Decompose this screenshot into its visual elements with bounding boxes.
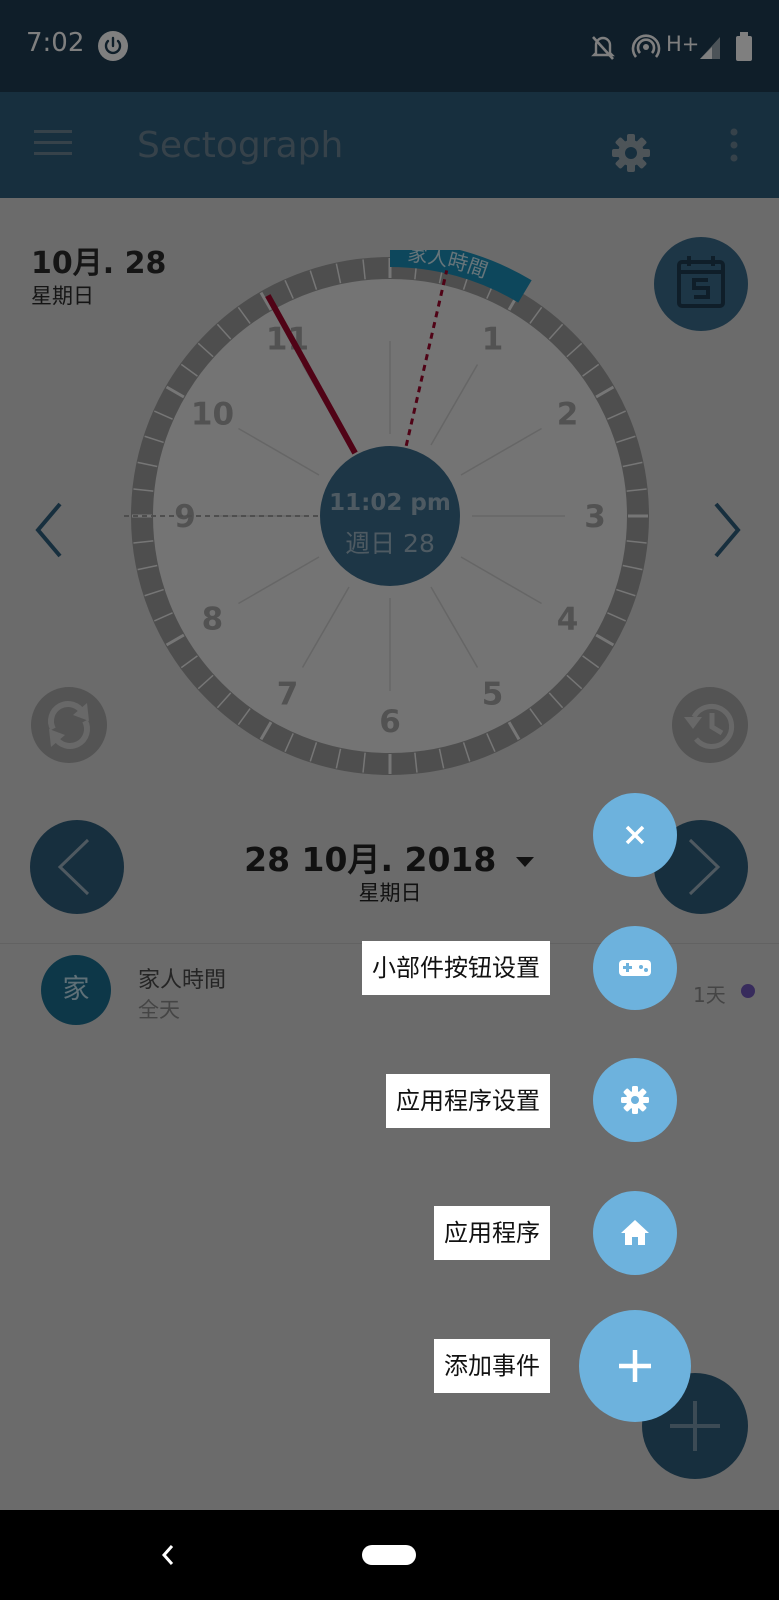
back-icon[interactable] bbox=[160, 1543, 176, 1567]
home-icon bbox=[621, 1220, 649, 1245]
app-home-button[interactable] bbox=[593, 1191, 677, 1275]
add-event-label[interactable]: 添加事件 bbox=[434, 1339, 550, 1393]
add-event-button[interactable] bbox=[579, 1310, 691, 1422]
speed-dial-scrim[interactable] bbox=[0, 0, 779, 1510]
app-settings-button[interactable] bbox=[593, 1058, 677, 1142]
widget-settings-button[interactable] bbox=[593, 926, 677, 1010]
app-settings-label[interactable]: 应用程序设置 bbox=[386, 1074, 550, 1128]
app-label[interactable]: 应用程序 bbox=[434, 1206, 550, 1260]
gamepad-icon bbox=[619, 960, 651, 976]
plus-icon bbox=[619, 1350, 651, 1382]
close-speed-dial-button[interactable] bbox=[593, 793, 677, 877]
gear-icon bbox=[621, 1086, 649, 1114]
close-icon bbox=[625, 825, 645, 845]
home-pill[interactable] bbox=[362, 1545, 416, 1565]
widget-settings-label[interactable]: 小部件按钮设置 bbox=[362, 941, 550, 995]
